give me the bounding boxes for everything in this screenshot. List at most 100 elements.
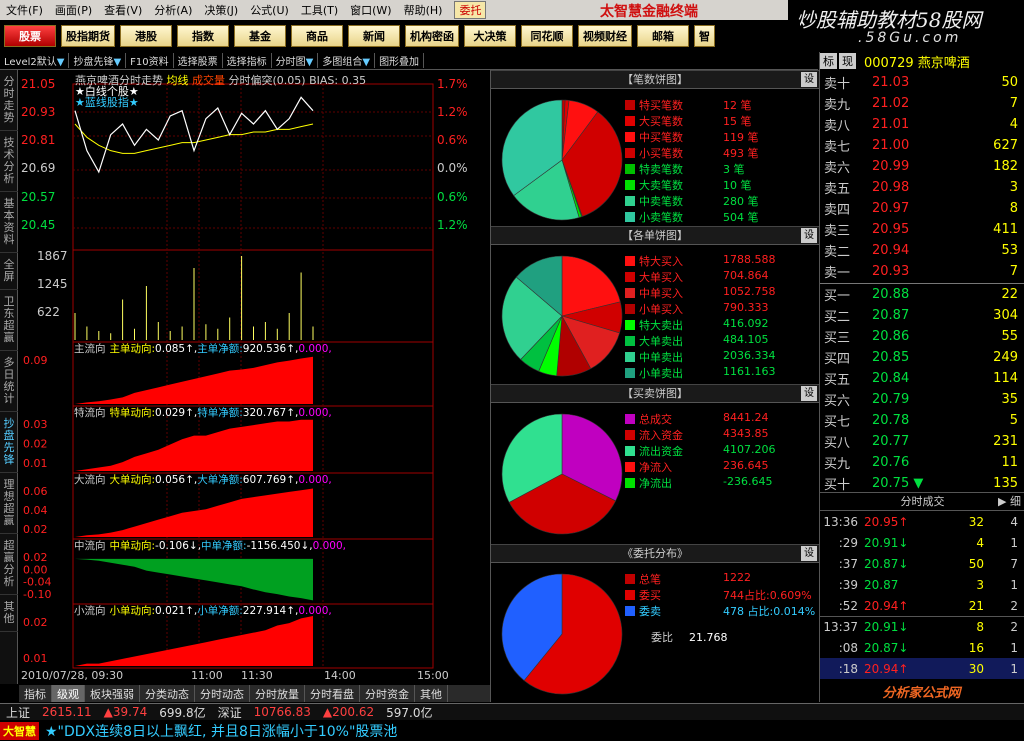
tick-row[interactable]: 13:37 20.91↓ 8 2: [820, 616, 1024, 637]
toolbar-f10[interactable]: F10资料: [126, 53, 174, 68]
nav-index-futures[interactable]: 股指期货: [61, 25, 115, 47]
nav-stocks[interactable]: 股票: [4, 25, 56, 47]
nav-fund[interactable]: 基金: [234, 25, 286, 47]
toolbar-overlay[interactable]: 图形叠加: [375, 53, 425, 68]
toolbar-copan[interactable]: 抄盘先锋▼: [69, 53, 127, 68]
toolbar-timechart[interactable]: 分时图▼: [272, 53, 319, 68]
ask-row: 卖二 20.94 53: [824, 240, 1022, 261]
flow-tick: 0.00: [23, 563, 48, 576]
quote-tab-mark[interactable]: 标: [820, 53, 837, 69]
legend-swatch: [625, 100, 635, 110]
tick-row[interactable]: :18 20.94↑ 30 1: [820, 658, 1024, 679]
volume-label: 1245: [37, 277, 68, 291]
toolbar-multi-chart[interactable]: 多图组合▼: [318, 53, 376, 68]
side-tab-copan[interactable]: 抄盘先锋: [0, 412, 18, 473]
pie-title: 【各单饼图】: [622, 229, 688, 242]
pie-settings-button[interactable]: 设: [801, 72, 817, 87]
legend-value: 12 笔: [723, 99, 752, 112]
flow-c-value: 0.000,: [298, 474, 332, 486]
nav-video[interactable]: 视频财经: [578, 25, 632, 47]
side-tab-ideal[interactable]: 理想超赢: [0, 473, 18, 534]
bid-price: 20.85: [872, 350, 910, 365]
entrust-button[interactable]: 委托: [454, 1, 487, 19]
tick-row[interactable]: 13:36 20.95↑ 32 4: [820, 511, 1024, 532]
nav-more[interactable]: 智: [694, 25, 715, 47]
legend-value: 1788.588: [723, 253, 776, 266]
menu-tools[interactable]: 工具(T): [295, 2, 344, 18]
legend-name: 小单买入: [639, 303, 683, 316]
side-tab-basic[interactable]: 基本资料: [0, 192, 18, 253]
chart-vol-label: 成交量: [192, 74, 225, 87]
price-label: 20.81: [21, 133, 55, 147]
market-sz[interactable]: 深证: [212, 704, 248, 721]
btab-indicator[interactable]: 指标: [19, 685, 52, 702]
btab-1[interactable]: 板块强弱: [85, 685, 140, 702]
tick-row[interactable]: :29 20.91↓ 4 1: [820, 532, 1024, 553]
flow-label: 主流向: [74, 343, 106, 355]
toolbar-select-indicator[interactable]: 选择指标: [223, 53, 272, 68]
pie-legend-item: 总成交 8441.24: [625, 411, 769, 427]
btab-2[interactable]: 分类动态: [140, 685, 195, 702]
toolbar-level2[interactable]: Level2默认▼: [0, 53, 70, 68]
nav-news[interactable]: 新闻: [348, 25, 400, 47]
menu-formula[interactable]: 公式(U): [244, 2, 295, 18]
side-tab-fullscreen[interactable]: 全屏: [0, 253, 18, 290]
side-tab-other[interactable]: 其他: [0, 595, 18, 632]
menu-file[interactable]: 文件(F): [0, 2, 49, 18]
side-tab-super[interactable]: 超赢分析: [0, 534, 18, 595]
ask-volume: 8: [1009, 201, 1018, 216]
nav-index[interactable]: 指数: [177, 25, 229, 47]
bid-level-label: 买九: [824, 457, 851, 472]
bid-price: 20.77: [872, 434, 910, 449]
tick-row[interactable]: :52 20.94↑ 21 2: [820, 595, 1024, 616]
nav-hk-stocks[interactable]: 港股: [120, 25, 172, 47]
tick-count: 2: [1010, 620, 1018, 634]
menu-view-screen[interactable]: 画面(P): [49, 2, 98, 18]
toolbar-select-stock[interactable]: 选择股票: [174, 53, 223, 68]
btab-4[interactable]: 分时放量: [250, 685, 305, 702]
side-tab-multiday[interactable]: 多日统计: [0, 351, 18, 412]
flow-tick: 0.02: [23, 551, 48, 564]
btab-3[interactable]: 分时动态: [195, 685, 250, 702]
nav-commodity[interactable]: 商品: [291, 25, 343, 47]
btab-0[interactable]: 级观: [52, 685, 85, 702]
menu-decision[interactable]: 决策(J): [198, 2, 244, 18]
menu-analysis[interactable]: 分析(A): [148, 2, 198, 18]
legend-name: 特卖笔数: [639, 163, 683, 176]
btab-7[interactable]: 其他: [415, 685, 448, 702]
side-tab-tech[interactable]: 技术分析: [0, 131, 18, 192]
flow-c-value: 0.000,: [298, 407, 332, 419]
btab-6[interactable]: 分时资金: [360, 685, 415, 702]
pie-settings-button[interactable]: 设: [801, 386, 817, 401]
intraday-chart[interactable]: 21.05 20.93 20.81 20.69 20.57 20.45 1.7% 1.2% 0.…: [19, 70, 490, 684]
menu-view[interactable]: 查看(V): [98, 2, 148, 18]
pie-legend-item: 小单卖出 1161.163: [625, 365, 776, 381]
flow-a-label: 主单动向:: [109, 343, 156, 355]
tick-row[interactable]: :39 20.87 3 1: [820, 574, 1024, 595]
pie-settings-button[interactable]: 设: [801, 228, 817, 243]
tick-time: :29: [838, 535, 858, 550]
market-sh[interactable]: 上证: [0, 704, 36, 721]
tick-row[interactable]: :37 20.87↓ 50 7: [820, 553, 1024, 574]
toolbar-copan-label: 抄盘先锋: [73, 57, 114, 68]
quote-tab-now[interactable]: 现: [839, 53, 856, 69]
ask-price: 20.97: [872, 201, 910, 216]
legend-name: 总笔: [639, 573, 661, 586]
nav-decision[interactable]: 大决策: [464, 25, 516, 47]
legend-value: 4107.206: [723, 443, 776, 456]
btab-5[interactable]: 分时看盘: [305, 685, 360, 702]
side-tab-weidong[interactable]: 卫东超赢: [0, 290, 18, 351]
pie-settings-button[interactable]: 设: [801, 546, 817, 561]
pie-legend-item: 流出资金 4107.206: [625, 443, 776, 459]
nav-mail[interactable]: 邮箱: [637, 25, 689, 47]
tick-detail-toggle[interactable]: ▶ 细: [998, 493, 1021, 511]
side-tab-timeline[interactable]: 分时走势: [0, 70, 18, 131]
tick-row[interactable]: :08 20.87↓ 16 1: [820, 637, 1024, 658]
legend-name: 中单卖出: [639, 351, 683, 364]
nav-institution[interactable]: 机构密函: [405, 25, 459, 47]
menu-window[interactable]: 窗口(W): [344, 2, 397, 18]
news-ticker[interactable]: 大智慧 ★"DDX连续8日以上飘红, 并且8日涨幅小于10%"股票池: [0, 720, 1024, 741]
nav-ths[interactable]: 同花顺: [521, 25, 573, 47]
menu-help[interactable]: 帮助(H): [398, 2, 449, 18]
dropdown-arrow-icon: ▼: [362, 57, 371, 68]
